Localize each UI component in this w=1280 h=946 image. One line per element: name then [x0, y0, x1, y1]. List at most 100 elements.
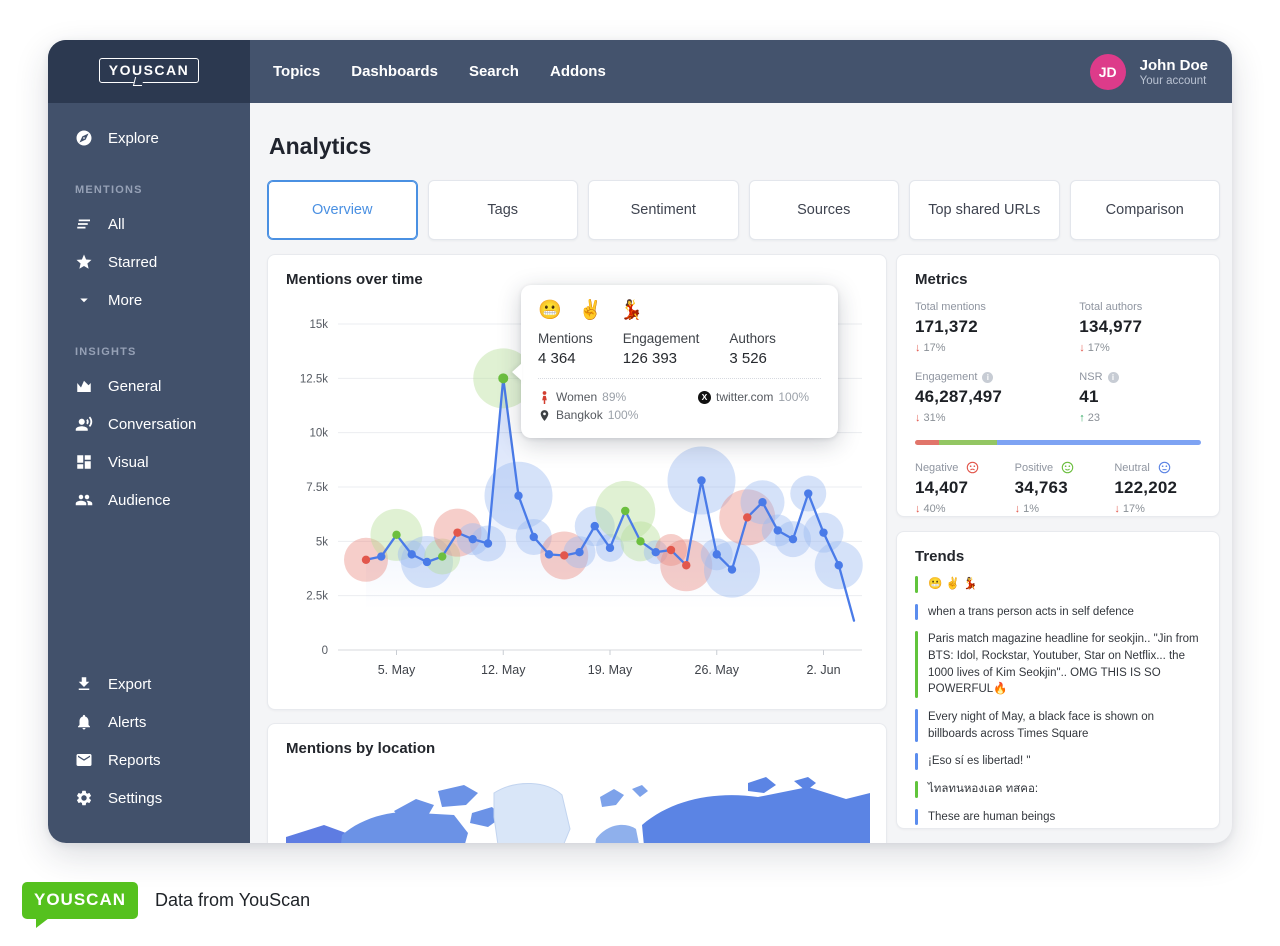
- sidebar-item-all[interactable]: All: [48, 205, 250, 243]
- sentiment-negative: Negative 14,407↓40%: [915, 461, 1015, 515]
- sidebar-item-starred[interactable]: Starred: [48, 243, 250, 281]
- map-region-alaska[interactable]: [286, 825, 346, 843]
- data-point-blue[interactable]: [774, 526, 782, 534]
- trend-sentiment-bar: [915, 753, 918, 770]
- info-icon[interactable]: i: [982, 372, 993, 383]
- data-point-blue[interactable]: [469, 535, 477, 543]
- data-point-red[interactable]: [682, 561, 690, 569]
- sidebar-item-general[interactable]: General: [48, 367, 250, 405]
- map-region-russia[interactable]: [642, 787, 870, 843]
- data-point-green[interactable]: [392, 531, 400, 539]
- metric-total-mentions: Total mentions 171,372↓17%: [915, 301, 1079, 354]
- page-title: Analytics: [269, 133, 1220, 160]
- trend-text: ไทลทนหองเอค ทสคอ:: [928, 781, 1038, 798]
- data-point-blue[interactable]: [819, 528, 827, 536]
- person-speaking-icon: [75, 415, 93, 433]
- data-point-blue[interactable]: [804, 489, 812, 497]
- sidebar-item-audience[interactable]: Audience: [48, 481, 250, 519]
- info-icon[interactable]: i: [1108, 372, 1119, 383]
- sidebar-item-explore[interactable]: Explore: [48, 119, 250, 157]
- sentiment-positive: Positive 34,763↓1%: [1015, 461, 1115, 515]
- data-point-green[interactable]: [636, 537, 644, 545]
- data-point-green[interactable]: [621, 507, 629, 515]
- data-point-red[interactable]: [560, 551, 568, 559]
- data-point-blue[interactable]: [652, 548, 660, 556]
- data-point-red[interactable]: [362, 556, 370, 564]
- data-point-blue[interactable]: [713, 550, 721, 558]
- nav-link-search[interactable]: Search: [469, 63, 519, 80]
- data-point-blue[interactable]: [697, 476, 705, 484]
- sidebar-item-settings[interactable]: Settings: [48, 779, 250, 817]
- x-twitter-icon: X: [698, 391, 711, 404]
- tooltip-engagement: Engagement 126 393: [623, 331, 700, 367]
- download-icon: [75, 675, 93, 693]
- down-arrow-icon: ↓: [1114, 503, 1120, 515]
- data-point-blue[interactable]: [545, 550, 553, 558]
- data-point-blue[interactable]: [575, 548, 583, 556]
- data-point-blue[interactable]: [758, 498, 766, 506]
- data-point-blue[interactable]: [423, 558, 431, 566]
- y-axis-label: 0: [322, 645, 328, 657]
- sidebar-item-reports[interactable]: Reports: [48, 741, 250, 779]
- tab-overview[interactable]: Overview: [267, 180, 418, 240]
- map-region-svalbard[interactable]: [600, 785, 648, 807]
- tab-tags[interactable]: Tags: [428, 180, 579, 240]
- trend-item[interactable]: ¡Eso sí es libertad! ": [915, 753, 1205, 770]
- sidebar-item-alerts[interactable]: Alerts: [48, 703, 250, 741]
- data-point-green[interactable]: [498, 373, 508, 383]
- nav-link-dashboards[interactable]: Dashboards: [351, 63, 438, 80]
- data-point-blue[interactable]: [835, 561, 843, 569]
- people-icon: [75, 491, 93, 509]
- data-point-blue[interactable]: [606, 544, 614, 552]
- data-point-blue[interactable]: [591, 522, 599, 530]
- sidebar-item-more[interactable]: More: [48, 281, 250, 319]
- data-point-red[interactable]: [743, 513, 751, 521]
- metric-nsr: NSRi 41↑23: [1079, 371, 1201, 424]
- data-point-blue[interactable]: [789, 535, 797, 543]
- filter-lines-icon: [75, 215, 93, 233]
- down-arrow-icon: ↓: [915, 412, 921, 424]
- x-axis-label: 5. May: [378, 663, 416, 677]
- primary-nav: Topics Dashboards Search Addons: [250, 40, 606, 103]
- trend-item[interactable]: 😬 ✌️ 💃: [915, 576, 1205, 593]
- sidebar-item-conversation[interactable]: Conversation: [48, 405, 250, 443]
- sidebar-item-export[interactable]: Export: [48, 665, 250, 703]
- trends-title: Trends: [915, 548, 1205, 565]
- metric-delta: ↓31%: [915, 412, 1079, 424]
- trend-item[interactable]: Paris match magazine headline for seokji…: [915, 631, 1205, 698]
- tab-comparison[interactable]: Comparison: [1070, 180, 1221, 240]
- tooltip-authors: Authors 3 526: [729, 331, 776, 367]
- trend-item[interactable]: These are human beings: [915, 809, 1205, 826]
- map-region-scandinavia[interactable]: [592, 825, 642, 843]
- data-point-red[interactable]: [667, 546, 675, 554]
- avatar[interactable]: JD: [1090, 54, 1126, 90]
- sidebar-item-label: Export: [108, 676, 151, 693]
- data-point-blue[interactable]: [728, 565, 736, 573]
- trend-sentiment-bar: [915, 709, 918, 742]
- data-point-blue[interactable]: [530, 533, 538, 541]
- trends-card: Trends 😬 ✌️ 💃 when a trans person acts i…: [896, 531, 1220, 829]
- user-account[interactable]: JD John Doe Your account: [1090, 40, 1232, 103]
- data-point-blue[interactable]: [377, 552, 385, 560]
- data-point-blue[interactable]: [514, 491, 522, 499]
- map-region-siberian-islands[interactable]: [748, 777, 816, 793]
- map-region-greenland[interactable]: [494, 783, 570, 843]
- data-point-blue[interactable]: [484, 539, 492, 547]
- trend-item[interactable]: when a trans person acts in self defence: [915, 604, 1205, 621]
- down-arrow-icon: ↓: [915, 503, 921, 515]
- sidebar-item-label: Explore: [108, 130, 159, 147]
- youscan-logo[interactable]: YOUSCAN: [48, 40, 250, 103]
- nav-link-topics[interactable]: Topics: [273, 63, 320, 80]
- trend-item[interactable]: ไทลทนหองเอค ทสคอ:: [915, 781, 1205, 798]
- tab-sentiment[interactable]: Sentiment: [588, 180, 739, 240]
- sidebar-item-visual[interactable]: Visual: [48, 443, 250, 481]
- area-chart-icon: [75, 377, 93, 395]
- data-point-red[interactable]: [453, 528, 461, 536]
- tab-top-shared-urls[interactable]: Top shared URLs: [909, 180, 1060, 240]
- nav-link-addons[interactable]: Addons: [550, 63, 606, 80]
- tab-sources[interactable]: Sources: [749, 180, 900, 240]
- sidebar-section-insights: INSIGHTS: [75, 346, 250, 358]
- trend-item[interactable]: Every night of May, a black face is show…: [915, 709, 1205, 742]
- data-point-blue[interactable]: [408, 550, 416, 558]
- data-point-green[interactable]: [438, 552, 446, 560]
